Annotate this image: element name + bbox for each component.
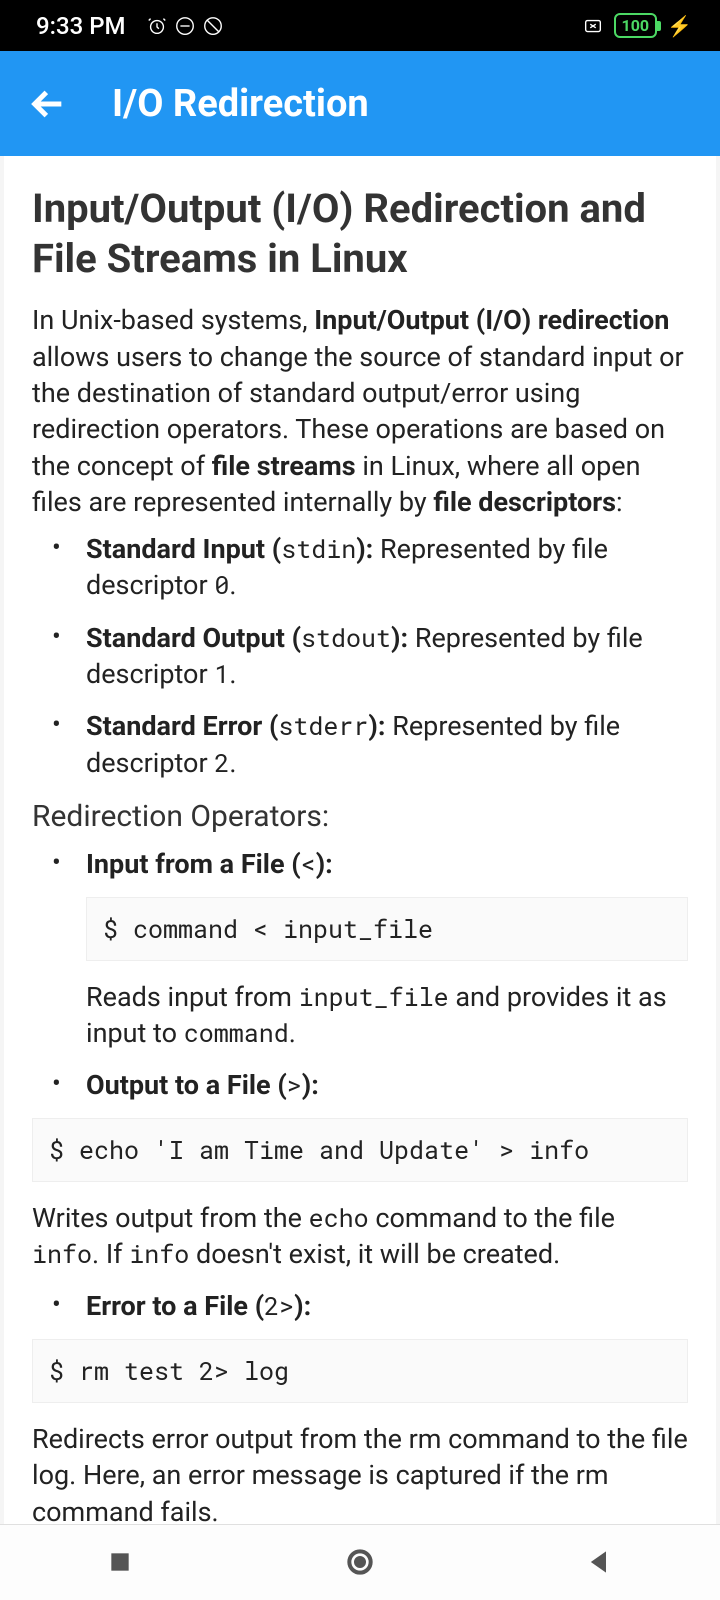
list-item: Output to a File (>): $ echo 'I am Time … xyxy=(86,1067,688,1272)
status-time: 9:33 PM xyxy=(36,12,126,40)
intro-paragraph: In Unix-based systems, Input/Output (I/O… xyxy=(32,302,688,521)
close-box-icon xyxy=(582,15,604,37)
status-icons xyxy=(146,15,224,37)
status-bar: 9:33 PM 100 ⚡ xyxy=(0,0,720,51)
list-item: Standard Input (stdin): Represented by f… xyxy=(86,531,688,604)
no-sound-icon xyxy=(202,15,224,37)
op-output-explain: Writes output from the echo command to t… xyxy=(32,1200,688,1273)
std-streams-list: Standard Input (stdin): Represented by f… xyxy=(32,531,688,782)
recents-button[interactable] xyxy=(60,1546,180,1578)
circle-icon xyxy=(344,1546,376,1578)
dnd-icon xyxy=(174,15,196,37)
list-item: Standard Error (stderr): Represented by … xyxy=(86,708,688,781)
battery-indicator: 100 xyxy=(614,13,658,38)
operators-list: Input from a File (<): $ command < input… xyxy=(32,846,688,1524)
list-item: Error to a File (2>): $ rm test 2> log R… xyxy=(86,1288,688,1523)
list-item: Input from a File (<): $ command < input… xyxy=(86,846,688,1051)
app-title: I/O Redirection xyxy=(112,82,369,126)
triangle-left-icon xyxy=(584,1546,616,1578)
status-left: 9:33 PM xyxy=(36,12,224,40)
status-right: 100 ⚡ xyxy=(582,13,692,38)
content-scroll[interactable]: Input/Output (I/O) Redirection and File … xyxy=(4,156,716,1524)
system-nav-bar xyxy=(0,1524,720,1600)
operators-heading: Redirection Operators: xyxy=(32,799,688,834)
charging-icon: ⚡ xyxy=(667,14,692,38)
code-block: $ command < input_file xyxy=(86,897,688,961)
code-block: $ echo 'I am Time and Update' > info xyxy=(32,1118,688,1182)
app-bar: I/O Redirection xyxy=(0,51,720,156)
list-item: Standard Output (stdout): Represented by… xyxy=(86,620,688,693)
battery-level: 100 xyxy=(622,16,650,35)
alarm-icon xyxy=(146,15,168,37)
square-icon xyxy=(104,1546,136,1578)
op-error-explain: Redirects error output from the rm comma… xyxy=(32,1421,688,1524)
home-button[interactable] xyxy=(300,1546,420,1578)
arrow-left-icon xyxy=(28,84,68,124)
back-button[interactable] xyxy=(24,80,72,128)
page-heading: Input/Output (I/O) Redirection and File … xyxy=(32,184,688,284)
code-block: $ rm test 2> log xyxy=(32,1339,688,1403)
nav-back-button[interactable] xyxy=(540,1546,660,1578)
